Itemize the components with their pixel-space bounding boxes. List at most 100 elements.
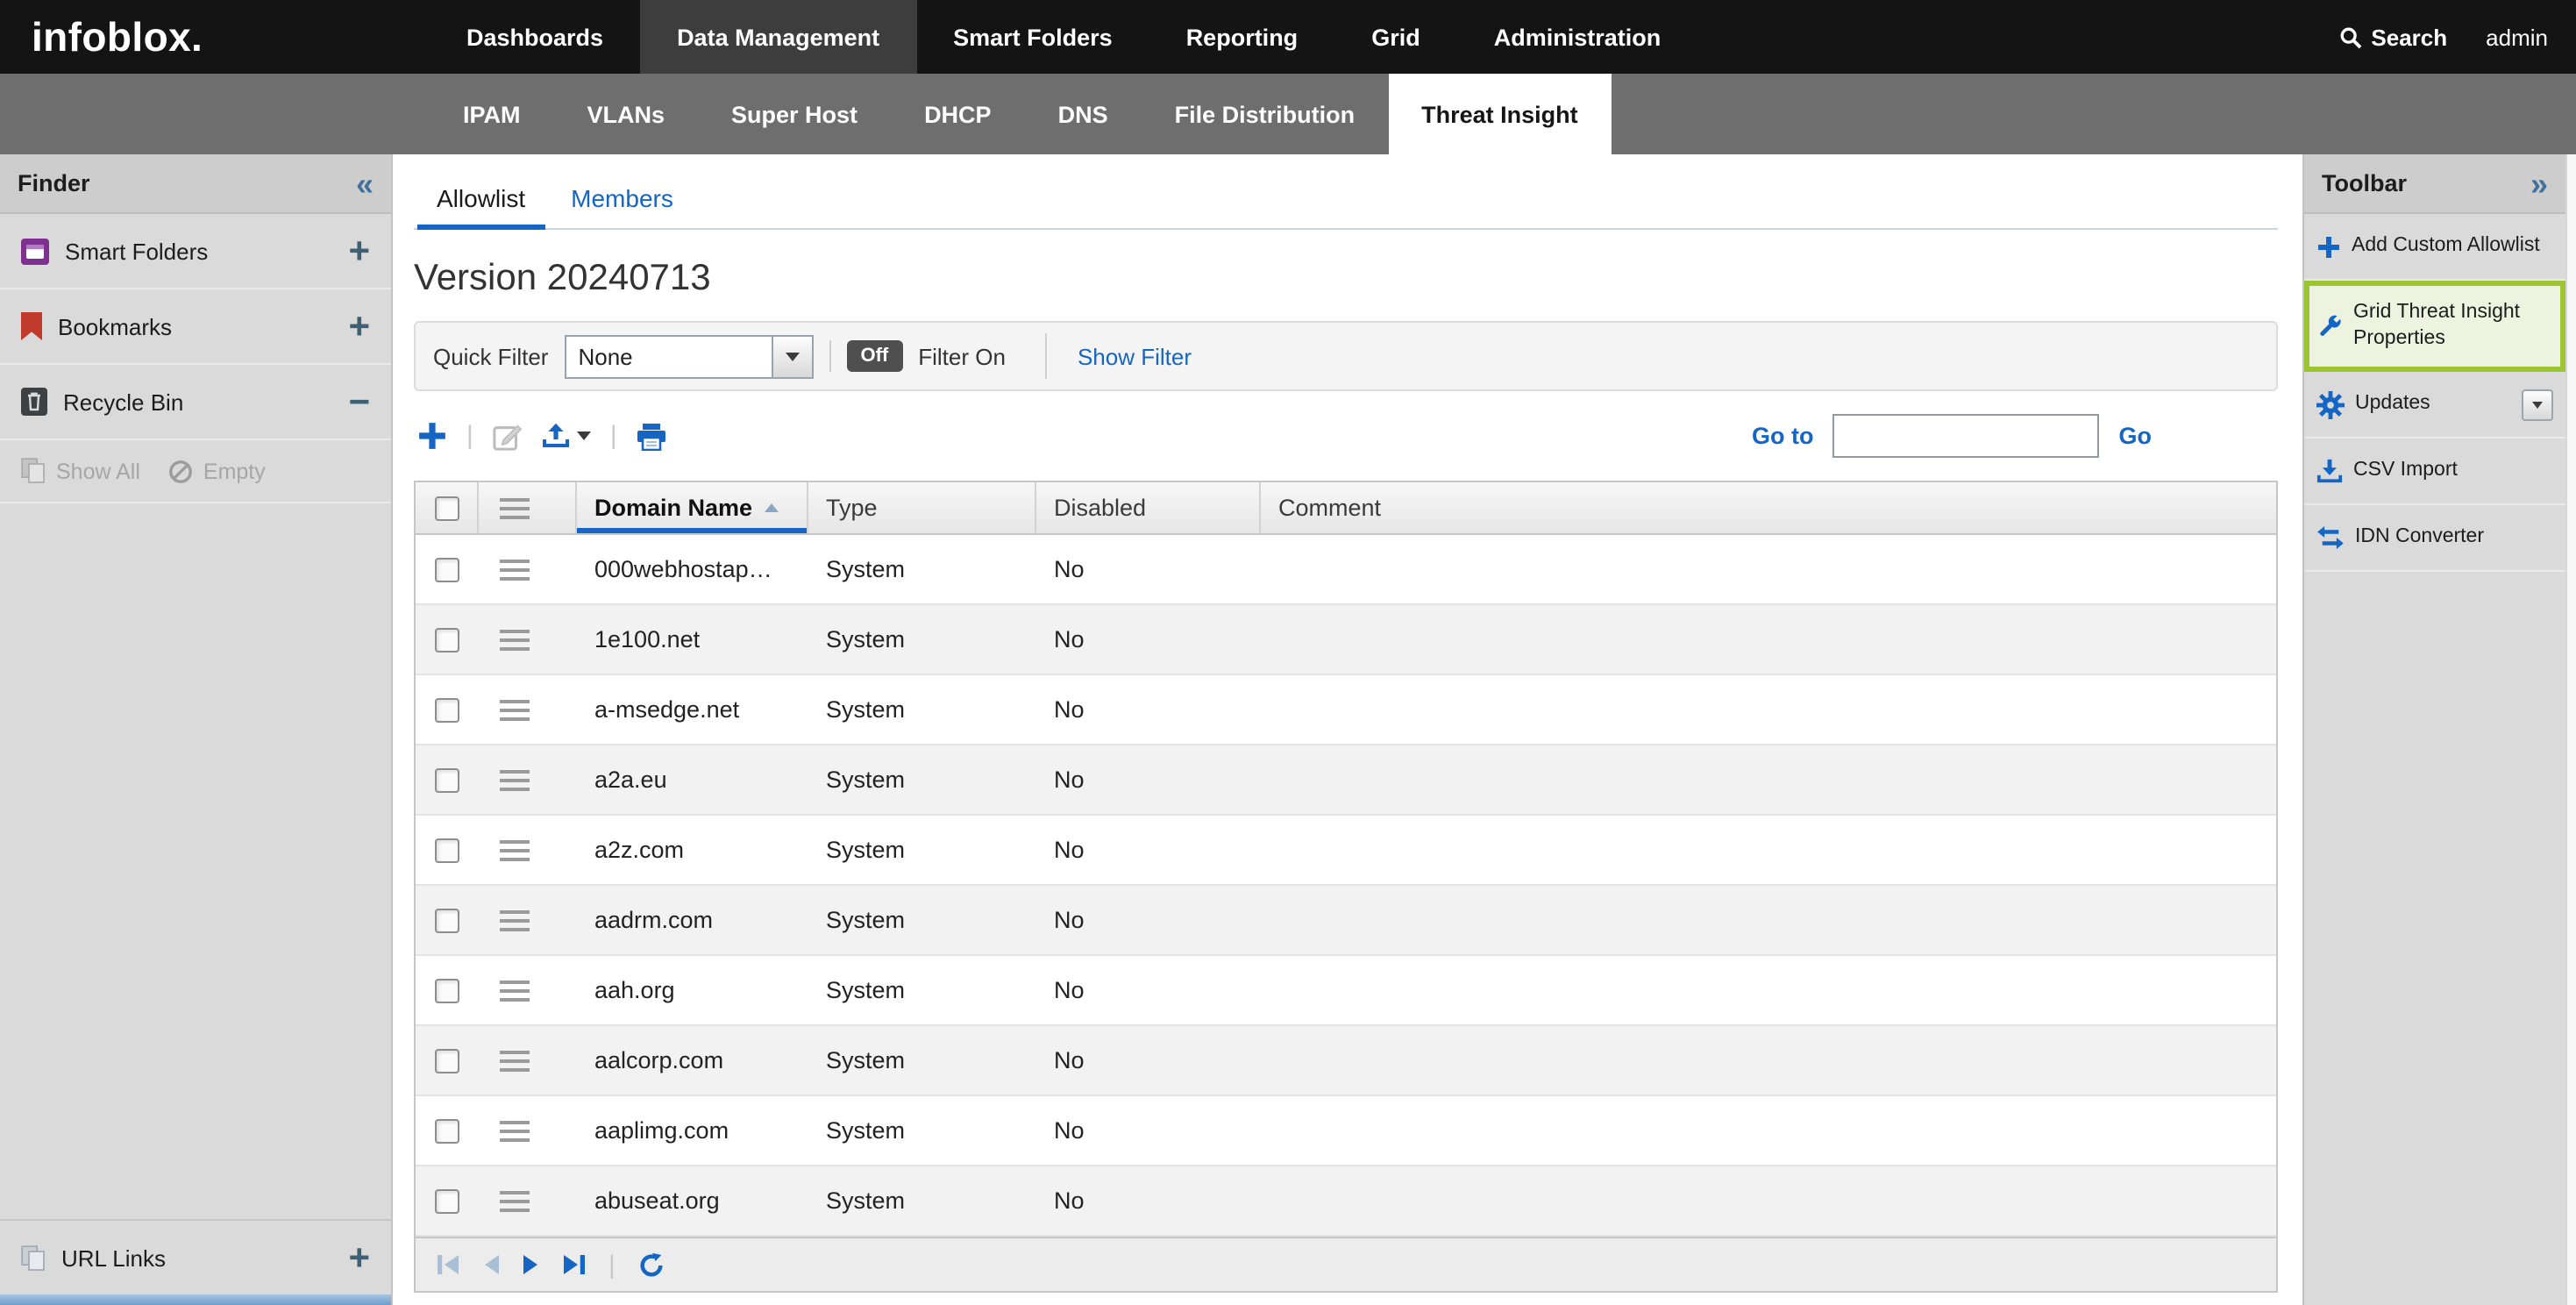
column-header-domain-name[interactable]: Domain Name (577, 482, 808, 533)
toolbar-item-csv-import[interactable]: CSV Import (2304, 439, 2565, 505)
show-all-button[interactable]: Show All (21, 458, 140, 484)
column-header-comment[interactable]: Comment (1261, 482, 2276, 533)
search-label: Search (2371, 24, 2447, 50)
subnav-file-distribution[interactable]: File Distribution (1142, 74, 1389, 154)
table-row[interactable]: aah.org System No (416, 956, 2276, 1026)
updates-dropdown-button[interactable] (2522, 389, 2553, 420)
row-menu-icon[interactable] (500, 769, 530, 790)
filter-toggle[interactable]: Off (846, 340, 902, 372)
csv-import-icon (2316, 458, 2343, 484)
next-page-button[interactable] (523, 1254, 540, 1275)
row-menu-icon[interactable] (500, 1190, 530, 1211)
toolbar-item-grid-threat-insight-properties[interactable]: Grid Threat Insight Properties (2304, 281, 2565, 372)
print-button[interactable] (637, 422, 666, 450)
row-checkbox[interactable] (435, 557, 459, 581)
table-menu-icon[interactable] (500, 497, 530, 518)
row-menu-icon[interactable] (500, 699, 530, 720)
disabled-cell: No (1036, 696, 1261, 723)
subnav-threat-insight[interactable]: Threat Insight (1388, 74, 1612, 154)
finder-item-smart-folders[interactable]: Smart Folders + (0, 214, 391, 289)
select-all-checkbox[interactable] (434, 496, 459, 520)
user-menu[interactable]: admin (2486, 24, 2548, 50)
table-row[interactable]: 000webhostap… System No (416, 535, 2276, 605)
quick-filter-select[interactable]: None (564, 334, 813, 378)
add-entry-button[interactable] (417, 421, 447, 451)
row-menu-icon[interactable] (500, 1120, 530, 1141)
row-checkbox[interactable] (435, 1048, 459, 1073)
expand-toolbar-icon[interactable]: » (2530, 168, 2548, 199)
table-row[interactable]: aaplimg.com System No (416, 1096, 2276, 1166)
row-checkbox[interactable] (435, 978, 459, 1002)
row-checkbox[interactable] (435, 838, 459, 862)
finder-item-url-links[interactable]: URL Links + (0, 1219, 391, 1294)
row-menu-icon[interactable] (500, 839, 530, 860)
row-menu-icon[interactable] (500, 980, 530, 1001)
table-row[interactable]: a-msedge.net System No (416, 675, 2276, 745)
recycle-bin-actions: Show All Empty (0, 440, 391, 503)
table-row[interactable]: aalcorp.com System No (416, 1026, 2276, 1096)
table-row[interactable]: a2z.com System No (416, 816, 2276, 886)
subnav-vlans[interactable]: VLANs (554, 74, 699, 154)
nav-administration[interactable]: Administration (1457, 0, 1698, 74)
pages-icon (21, 458, 46, 484)
table-row[interactable]: abuseat.org System No (416, 1166, 2276, 1237)
row-menu-icon[interactable] (500, 909, 530, 931)
row-checkbox[interactable] (435, 908, 459, 932)
go-button[interactable]: Go (2119, 423, 2153, 449)
quick-filter-dropdown-button[interactable] (771, 334, 813, 378)
show-filter-link[interactable]: Show Filter (1078, 343, 1192, 369)
subnav-ipam[interactable]: IPAM (430, 74, 554, 154)
row-checkbox[interactable] (435, 1118, 459, 1143)
collapse-recycle-bin-button[interactable]: − (348, 383, 370, 420)
tab-allowlist[interactable]: Allowlist (414, 172, 548, 228)
tab-members[interactable]: Members (548, 172, 696, 228)
nav-data-management[interactable]: Data Management (640, 0, 916, 74)
toolbar-item-add-custom-allowlist[interactable]: Add Custom Allowlist (2304, 214, 2565, 281)
row-checkbox[interactable] (435, 767, 459, 792)
goto-input[interactable] (1833, 414, 2100, 458)
subnav-super-host[interactable]: Super Host (698, 74, 891, 154)
nav-grid[interactable]: Grid (1334, 0, 1457, 74)
empty-recycle-bin-button[interactable]: Empty (168, 459, 266, 483)
row-checkbox[interactable] (435, 697, 459, 722)
table-row[interactable]: 1e100.net System No (416, 605, 2276, 675)
row-menu-icon[interactable] (500, 1050, 530, 1071)
finder-resize-handle[interactable] (0, 1294, 391, 1305)
table-row[interactable]: aadrm.com System No (416, 886, 2276, 956)
nav-reporting[interactable]: Reporting (1149, 0, 1335, 74)
toolbar-item-updates[interactable]: Updates (2304, 372, 2565, 439)
row-menu-icon[interactable] (500, 629, 530, 650)
nav-smart-folders[interactable]: Smart Folders (916, 0, 1149, 74)
chevron-down-icon (2532, 401, 2543, 408)
search-button[interactable]: Search (2339, 24, 2447, 50)
table-row[interactable]: a2a.eu System No (416, 745, 2276, 816)
disabled-cell: No (1036, 767, 1261, 793)
subnav-dhcp[interactable]: DHCP (891, 74, 1025, 154)
edit-button[interactable] (493, 421, 523, 451)
previous-page-button[interactable] (482, 1254, 500, 1275)
finder-item-bookmarks[interactable]: Bookmarks + (0, 289, 391, 365)
toolbar-item-idn-converter[interactable]: IDN Converter (2304, 505, 2565, 572)
plus-icon (2316, 234, 2341, 259)
collapse-finder-icon[interactable]: « (356, 168, 374, 199)
toolbar-header: Toolbar » (2304, 154, 2565, 214)
bookmark-icon (21, 312, 42, 340)
add-smart-folder-button[interactable]: + (348, 232, 370, 269)
finder-item-label: Smart Folders (65, 238, 208, 264)
row-checkbox[interactable] (435, 627, 459, 652)
nav-dashboards[interactable]: Dashboards (430, 0, 640, 74)
import-button[interactable] (542, 423, 591, 449)
finder-item-recycle-bin[interactable]: Recycle Bin − (0, 365, 391, 440)
scrollbar-track[interactable] (2565, 154, 2576, 1305)
add-bookmark-button[interactable]: + (348, 308, 370, 345)
add-url-link-button[interactable]: + (348, 1239, 370, 1276)
column-header-disabled[interactable]: Disabled (1036, 482, 1261, 533)
column-header-type[interactable]: Type (808, 482, 1036, 533)
refresh-button[interactable] (638, 1252, 665, 1278)
last-page-button[interactable] (563, 1254, 586, 1275)
row-checkbox[interactable] (435, 1188, 459, 1213)
subnav-dns[interactable]: DNS (1025, 74, 1142, 154)
disabled-cell: No (1036, 1047, 1261, 1073)
first-page-button[interactable] (437, 1254, 459, 1275)
row-menu-icon[interactable] (500, 559, 530, 580)
